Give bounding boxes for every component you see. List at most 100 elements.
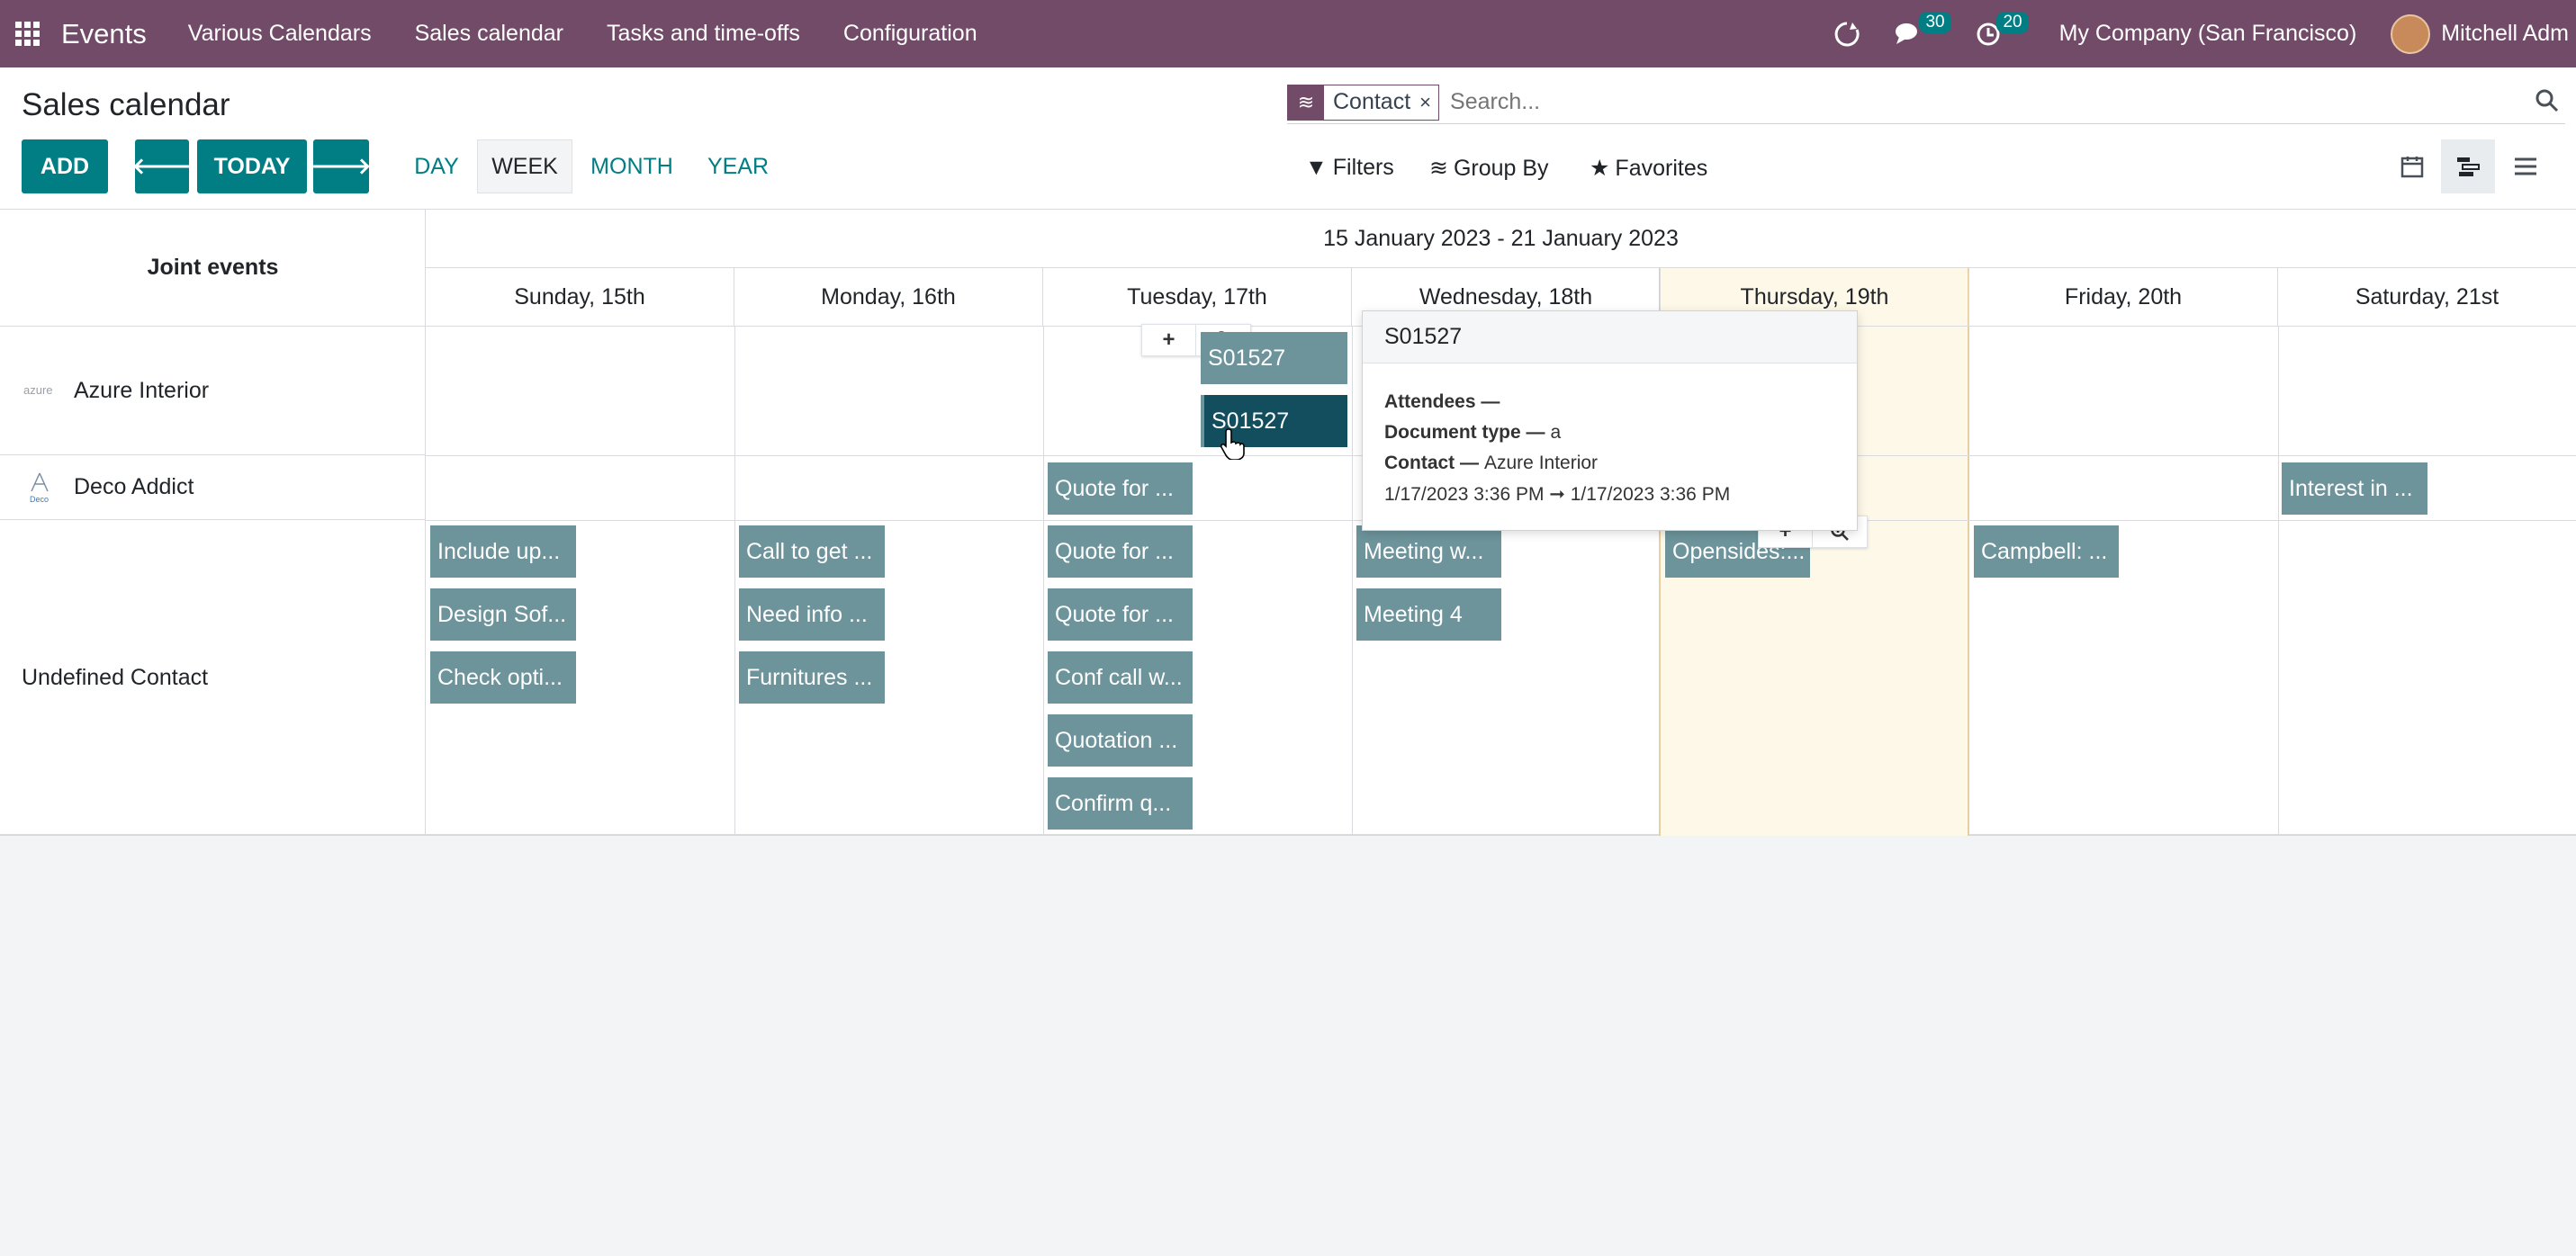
scale-day[interactable]: DAY bbox=[407, 139, 466, 193]
event-pill[interactable]: Design Sof... bbox=[430, 588, 576, 641]
menu-various-calendars[interactable]: Various Calendars bbox=[188, 21, 372, 47]
control-panel: Sales calendar ADD 🡐 TODAY 🡒 DAY WEEK MO… bbox=[0, 67, 2576, 210]
arrow-right-icon: 🡒 bbox=[311, 154, 372, 179]
group-by-label: Group By bbox=[1453, 155, 1549, 181]
event-pill[interactable]: Quotation ... bbox=[1048, 714, 1193, 767]
event-pill[interactable]: Confirm q... bbox=[1048, 777, 1193, 830]
popover-title: S01527 bbox=[1363, 311, 1857, 363]
row-deco-addict: Deco Deco Addict bbox=[0, 455, 426, 520]
doctype-label: Document type — bbox=[1384, 422, 1545, 443]
deco-logo-icon: Deco bbox=[22, 472, 58, 504]
avatar[interactable] bbox=[2391, 13, 2431, 54]
app-brand[interactable]: Events bbox=[61, 18, 147, 50]
divider bbox=[1043, 327, 1044, 836]
event-pill[interactable]: Meeting w... bbox=[1356, 525, 1501, 578]
plus-icon[interactable]: + bbox=[1142, 325, 1196, 355]
messages-icon[interactable]: 30 bbox=[1894, 11, 1951, 48]
event-pill[interactable]: Quote for ... bbox=[1048, 462, 1193, 515]
search-facet-contact[interactable]: ≋ Contact × bbox=[1287, 84, 1440, 121]
azure-logo-icon: azure bbox=[22, 377, 58, 404]
refresh-icon[interactable] bbox=[1833, 20, 1861, 49]
filters-label: Filters bbox=[1332, 155, 1394, 180]
facet-label: Contact bbox=[1333, 89, 1411, 114]
event-pill[interactable]: Quote for ... bbox=[1048, 588, 1193, 641]
scale-year[interactable]: YEAR bbox=[700, 139, 776, 193]
scale-month[interactable]: MONTH bbox=[583, 139, 680, 193]
event-pill[interactable]: Need info ... bbox=[739, 588, 885, 641]
user-menu[interactable]: Mitchell Adm bbox=[2441, 21, 2569, 47]
menu-tasks-timeoffs[interactable]: Tasks and time-offs bbox=[607, 21, 800, 47]
arrow-left-icon: 🡐 bbox=[131, 154, 193, 179]
filters-button[interactable]: ▼ Filters bbox=[1305, 155, 1394, 181]
next-button[interactable]: 🡒 bbox=[311, 139, 372, 193]
date-range-title: 15 January 2023 - 21 January 2023 bbox=[426, 210, 2576, 268]
row-label-azure: Azure Interior bbox=[74, 377, 210, 403]
event-pill[interactable]: Include up... bbox=[430, 525, 576, 578]
previous-button[interactable]: 🡐 bbox=[131, 139, 193, 193]
day-header-sun: Sunday, 15th bbox=[426, 268, 734, 327]
layers-icon: ≋ bbox=[1288, 84, 1324, 121]
company-switcher[interactable]: My Company (San Francisco) bbox=[2059, 21, 2357, 47]
activities-icon[interactable]: 20 bbox=[1975, 11, 2029, 48]
search-bar: ≋ Contact × bbox=[1287, 81, 2565, 124]
event-pill[interactable]: Call to get ... bbox=[739, 525, 885, 578]
popover-body: Attendees — Document type — a Contact — … bbox=[1363, 363, 1857, 509]
divider bbox=[2278, 327, 2279, 836]
popover-doctype: Document type — a bbox=[1384, 417, 1835, 448]
row-azure-interior: azure Azure Interior bbox=[0, 327, 426, 455]
event-pill[interactable]: Check opti... bbox=[430, 651, 576, 704]
popover-attendees: Attendees — bbox=[1384, 387, 1835, 417]
messages-badge: 30 bbox=[1919, 11, 1951, 33]
top-navbar: Events Various Calendars Sales calendar … bbox=[0, 0, 2576, 67]
calendar-view-icon[interactable] bbox=[2385, 139, 2439, 193]
layers-icon: ≋ bbox=[1429, 156, 1448, 181]
joint-events-header: Joint events bbox=[0, 210, 426, 327]
day-header-sat: Saturday, 21st bbox=[2278, 268, 2576, 327]
day-header-fri: Friday, 20th bbox=[1969, 268, 2278, 327]
hand-cursor-icon bbox=[1220, 427, 1247, 468]
contact-label: Contact — bbox=[1384, 453, 1479, 473]
divider bbox=[734, 327, 735, 836]
menu-sales-calendar[interactable]: Sales calendar bbox=[415, 21, 563, 47]
activities-badge: 20 bbox=[1996, 11, 2029, 33]
add-button[interactable]: ADD bbox=[22, 139, 108, 193]
row-headers: Joint events azure Azure Interior Deco D… bbox=[0, 210, 426, 836]
doctype-value: a bbox=[1550, 422, 1562, 443]
day-header-mon: Monday, 16th bbox=[734, 268, 1043, 327]
gantt-calendar: Joint events azure Azure Interior Deco D… bbox=[0, 210, 2576, 836]
list-view-icon[interactable] bbox=[2499, 139, 2553, 193]
today-button[interactable]: TODAY bbox=[197, 139, 307, 193]
row-label-deco: Deco Addict bbox=[74, 474, 194, 499]
group-by-button[interactable]: ≋ Group By bbox=[1429, 155, 1549, 182]
divider bbox=[1352, 327, 1353, 836]
star-icon: ★ bbox=[1590, 156, 1610, 181]
search-icon[interactable] bbox=[2535, 88, 2560, 120]
page-title: Sales calendar bbox=[22, 87, 230, 122]
favorites-button[interactable]: ★ Favorites bbox=[1590, 155, 1707, 182]
event-pill[interactable]: Meeting 4 bbox=[1356, 588, 1501, 641]
event-pill[interactable]: S01527 bbox=[1201, 332, 1347, 384]
favorites-label: Favorites bbox=[1615, 155, 1708, 181]
menu-configuration[interactable]: Configuration bbox=[843, 21, 977, 47]
svg-text:azure: azure bbox=[23, 383, 53, 397]
filter-icon: ▼ bbox=[1305, 155, 1328, 180]
event-popover: S01527 Attendees — Document type — a Con… bbox=[1362, 310, 1858, 531]
contact-value: Azure Interior bbox=[1484, 453, 1599, 473]
gantt-view-icon[interactable] bbox=[2441, 139, 2495, 193]
attendees-label: Attendees — bbox=[1384, 391, 1500, 412]
event-pill[interactable]: Conf call w... bbox=[1048, 651, 1193, 704]
event-pill[interactable]: Campbell: ... bbox=[1974, 525, 2119, 578]
event-pill[interactable]: Quote for ... bbox=[1048, 525, 1193, 578]
event-pill[interactable]: Furnitures ... bbox=[739, 651, 885, 704]
row-undefined-contact: Undefined Contact bbox=[0, 520, 426, 836]
search-input[interactable] bbox=[1450, 89, 2565, 115]
popover-dates: 1/17/2023 3:36 PM ➞ 1/17/2023 3:36 PM bbox=[1384, 483, 1731, 505]
svg-text:Deco: Deco bbox=[30, 495, 49, 504]
scale-week[interactable]: WEEK bbox=[477, 139, 572, 193]
event-pill[interactable]: Interest in ... bbox=[2282, 462, 2427, 515]
close-icon[interactable]: × bbox=[1419, 91, 1438, 114]
popover-contact: Contact — Azure Interior bbox=[1384, 448, 1835, 479]
apps-menu-icon[interactable] bbox=[0, 0, 54, 67]
day-header-tue: Tuesday, 17th bbox=[1043, 268, 1352, 327]
row-label-undefined: Undefined Contact bbox=[22, 665, 209, 690]
